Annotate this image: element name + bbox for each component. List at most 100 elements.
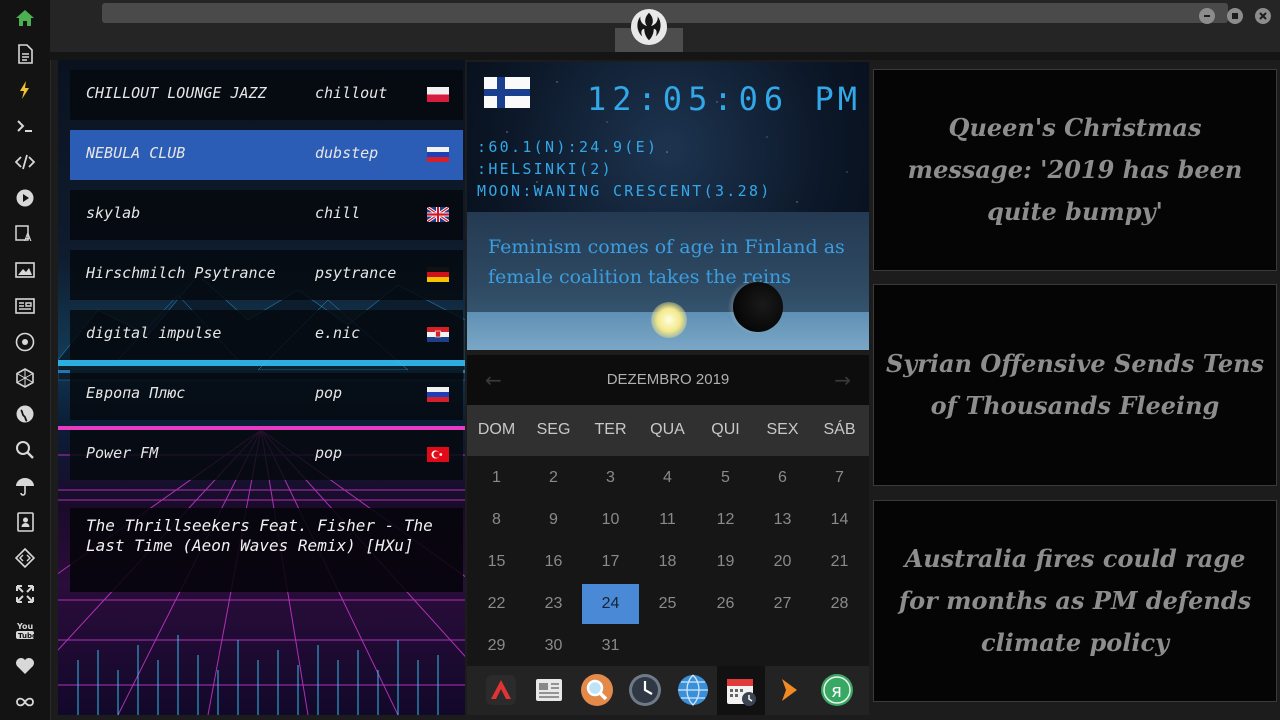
turkey-flag-icon xyxy=(427,447,449,462)
calendar-day[interactable]: 26 xyxy=(697,584,754,624)
calendar-day[interactable]: 21 xyxy=(811,542,868,582)
calendar-day[interactable]: 29 xyxy=(468,626,525,666)
station-item[interactable]: CHILLOUT LOUNGE JAZZ chillout xyxy=(70,70,463,120)
calendar-day[interactable]: 14 xyxy=(811,500,868,540)
local-news-headline[interactable]: Feminism comes of age in Finland as fema… xyxy=(488,232,858,292)
news-card[interactable]: Syrian Offensive Sends Tens of Thousands… xyxy=(873,284,1277,486)
calendar-day-today[interactable]: 24 xyxy=(582,584,639,624)
calendar-day[interactable]: 7 xyxy=(811,458,868,498)
uk-flag-icon xyxy=(427,207,449,222)
calendar-day[interactable]: 16 xyxy=(525,542,582,582)
minimize-button[interactable] xyxy=(1199,8,1215,24)
station-name: Power FM xyxy=(86,444,159,462)
calendar-day[interactable]: 4 xyxy=(639,458,696,498)
youtube-icon[interactable]: You Tube xyxy=(13,618,37,642)
calendar-day[interactable]: 3 xyxy=(582,458,639,498)
calendar-day[interactable]: 27 xyxy=(754,584,811,624)
clock-icon[interactable] xyxy=(626,671,664,709)
calendar-day[interactable]: 2 xyxy=(525,458,582,498)
calendar-day[interactable]: 15 xyxy=(468,542,525,582)
next-month-arrow-icon[interactable]: → xyxy=(834,368,851,392)
rebel-icon[interactable] xyxy=(13,330,37,354)
calendar-day[interactable]: 13 xyxy=(754,500,811,540)
station-name: skylab xyxy=(86,204,141,222)
calendar-day[interactable]: 28 xyxy=(811,584,868,624)
calendar-day[interactable]: 22 xyxy=(468,584,525,624)
calendar-day[interactable]: 19 xyxy=(697,542,754,582)
station-name: Hirschmilch Psytrance xyxy=(86,264,276,282)
contacts-icon[interactable] xyxy=(13,510,37,534)
russia-flag-icon xyxy=(427,147,449,162)
news-card[interactable]: Australia fires could rage for months as… xyxy=(873,500,1277,702)
news-icon[interactable] xyxy=(13,294,37,318)
translate-icon[interactable]: A xyxy=(13,222,37,246)
rebel-alliance-logo[interactable] xyxy=(630,8,668,46)
image-icon[interactable] xyxy=(13,258,37,282)
infinity-icon[interactable] xyxy=(13,690,37,714)
calendar-day[interactable]: 17 xyxy=(582,542,639,582)
diamond-code-icon[interactable] xyxy=(13,546,37,570)
globe-icon[interactable] xyxy=(13,402,37,426)
poland-flag-icon xyxy=(427,87,449,102)
hexagon-icon[interactable] xyxy=(13,366,37,390)
station-genre: e.nic xyxy=(315,324,361,342)
croatia-flag-icon xyxy=(427,327,449,342)
weekday-label: SEX xyxy=(766,421,799,438)
terminal-icon[interactable] xyxy=(13,114,37,138)
calendar-day[interactable]: 11 xyxy=(639,500,696,540)
heart-icon[interactable] xyxy=(13,654,37,678)
weekday-label: TER xyxy=(594,421,627,438)
calendar-day[interactable]: 30 xyxy=(525,626,582,666)
station-item[interactable]: Европа Плюс pop xyxy=(70,370,463,420)
calendar-day[interactable]: 9 xyxy=(525,500,582,540)
calendar-day[interactable]: 23 xyxy=(525,584,582,624)
magnifier-icon[interactable] xyxy=(578,671,616,709)
home-icon[interactable] xyxy=(13,6,37,30)
station-name: digital impulse xyxy=(86,324,222,342)
umbrella-icon[interactable] xyxy=(13,474,37,498)
svg-text:You: You xyxy=(16,622,34,631)
city-name: :HELSINKI(2) xyxy=(477,160,613,178)
newspaper-icon[interactable] xyxy=(530,671,568,709)
station-item[interactable]: digital impulse e.nic xyxy=(70,310,463,360)
fullscreen-icon[interactable] xyxy=(13,582,37,606)
moon-phase: MOON:WANING CRESCENT(3.28) xyxy=(477,182,772,200)
calendar-icon[interactable] xyxy=(717,666,765,715)
arrow-icon[interactable] xyxy=(770,671,808,709)
calendar-day[interactable]: 8 xyxy=(468,500,525,540)
calendar-day[interactable]: 1 xyxy=(468,458,525,498)
maximize-button[interactable] xyxy=(1227,8,1243,24)
moon-icon xyxy=(733,282,783,332)
calendar-day[interactable]: 6 xyxy=(754,458,811,498)
news-card[interactable]: Queen's Christmas message: '2019 has bee… xyxy=(873,69,1277,271)
lightning-icon[interactable] xyxy=(13,78,37,102)
calendar-day[interactable]: 25 xyxy=(639,584,696,624)
station-item[interactable]: Hirschmilch Psytrance psytrance xyxy=(70,250,463,300)
weekday-label: QUI xyxy=(711,421,740,438)
weekday-label: DOM xyxy=(477,421,516,438)
globe-icon[interactable] xyxy=(674,671,712,709)
station-item-active[interactable]: NEBULA CLUB dubstep xyxy=(70,130,463,180)
station-item[interactable]: Power FM pop xyxy=(70,430,463,480)
close-button[interactable] xyxy=(1255,8,1271,24)
calendar-day[interactable]: 10 xyxy=(582,500,639,540)
document-icon[interactable] xyxy=(13,42,37,66)
calendar-day[interactable]: 12 xyxy=(697,500,754,540)
calendar-day[interactable]: 20 xyxy=(754,542,811,582)
news-headline: Australia fires could rage for months as… xyxy=(898,544,1252,657)
code-icon[interactable] xyxy=(13,150,37,174)
station-item[interactable]: skylab chill xyxy=(70,190,463,240)
calendar-day[interactable]: 5 xyxy=(697,458,754,498)
coordinates: :60.1(N):24.9(E) xyxy=(477,138,659,156)
news-headline: Queen's Christmas message: '2019 has bee… xyxy=(907,113,1243,226)
calendar-day[interactable]: 18 xyxy=(639,542,696,582)
arch-app-icon[interactable] xyxy=(482,671,520,709)
calendar-day[interactable]: 31 xyxy=(582,626,639,666)
yandex-icon[interactable]: я xyxy=(818,671,856,709)
search-icon[interactable] xyxy=(13,438,37,462)
weekday-header: DOM SEG TER QUA QUI SEX SÁB xyxy=(467,405,869,456)
station-genre: dubstep xyxy=(315,144,379,162)
finland-flag-icon xyxy=(484,77,530,108)
play-icon[interactable] xyxy=(13,186,37,210)
station-genre: chill xyxy=(315,204,361,222)
